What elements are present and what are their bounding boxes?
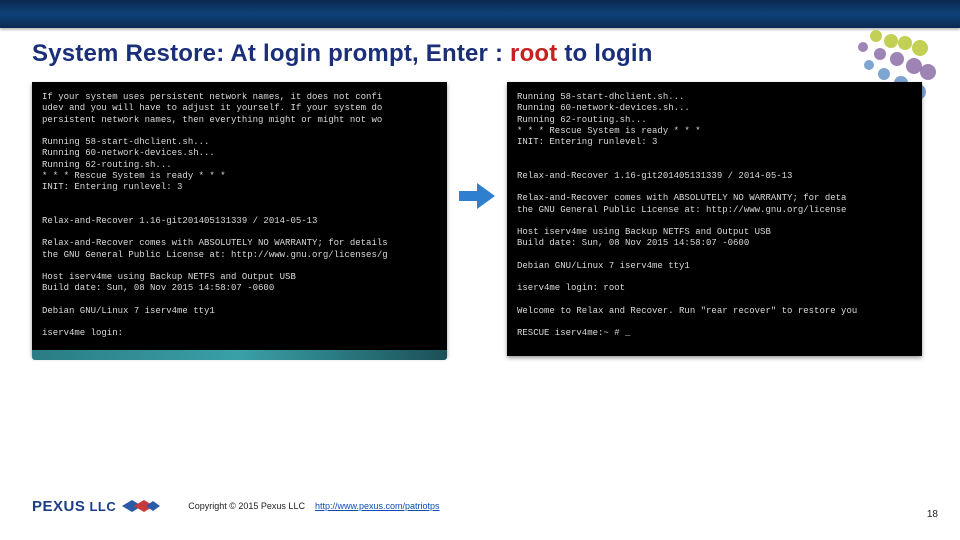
terminal-screenshot-left: If your system uses persistent network n… <box>32 82 447 356</box>
screenshot-left-wrap: If your system uses persistent network n… <box>32 82 447 356</box>
logo-diamond-icon <box>122 497 160 515</box>
title-accent: root <box>510 40 557 67</box>
footer-link[interactable]: http://www.pexus.com/patriotps <box>315 501 440 511</box>
logo-text-main: PEXUS <box>32 498 85 515</box>
logo-text: PEXUS LLC <box>32 498 116 515</box>
arrow-wrap <box>447 126 507 266</box>
brand-logo: PEXUS LLC <box>32 497 160 515</box>
screenshot-right-wrap: Running 58-start-dhclient.sh... Running … <box>507 82 922 356</box>
deco-dot <box>878 68 890 80</box>
slide-title: System Restore: At login prompt, Enter :… <box>32 40 653 68</box>
arrow-right-icon <box>459 183 495 209</box>
content-area: If your system uses persistent network n… <box>32 82 930 450</box>
title-part-after: to login <box>557 40 652 67</box>
slide: System Restore: At login prompt, Enter :… <box>0 0 960 540</box>
logo-text-suffix: LLC <box>85 499 116 514</box>
copyright-text: Copyright © 2015 Pexus LLC <box>188 501 305 511</box>
title-row: System Restore: At login prompt, Enter :… <box>32 40 930 68</box>
terminal-screenshot-right: Running 58-start-dhclient.sh... Running … <box>507 82 922 356</box>
title-part-before: System Restore: At login prompt, Enter : <box>32 40 510 67</box>
page-number: 18 <box>927 509 938 520</box>
footer: PEXUS LLC Copyright © 2015 Pexus LLC htt… <box>0 492 960 520</box>
header-bar <box>0 0 960 28</box>
